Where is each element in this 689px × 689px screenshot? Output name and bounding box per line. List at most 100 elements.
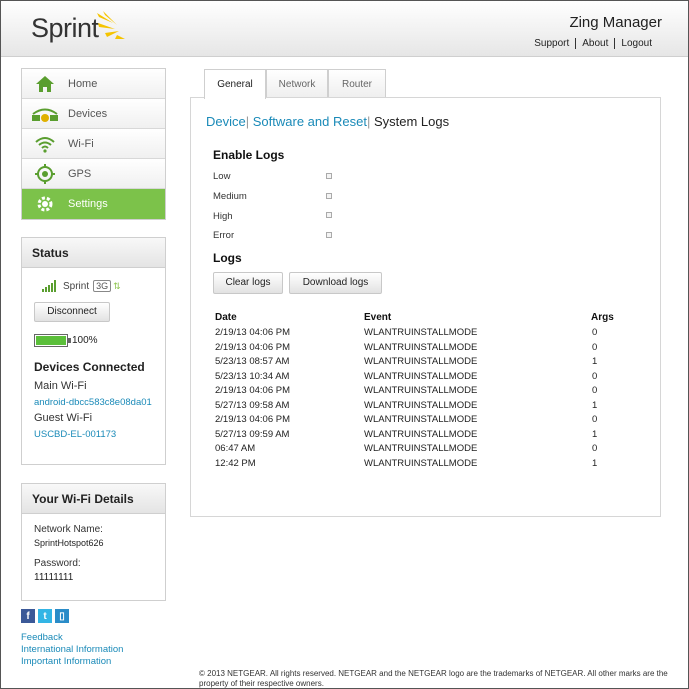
disconnect-button[interactable]: Disconnect bbox=[34, 302, 110, 322]
download-logs-button[interactable]: Download logs bbox=[289, 272, 382, 294]
guest-wifi-label: Guest Wi-Fi bbox=[34, 412, 93, 424]
log-event-cell: WLANTRUINSTALLMODE bbox=[364, 414, 478, 425]
copyright-text: © 2013 NETGEAR. All rights reserved. NET… bbox=[199, 669, 668, 688]
twitter-icon[interactable]: t bbox=[38, 609, 52, 623]
battery-row: 100% bbox=[34, 334, 98, 347]
sidebar-item-label: Wi-Fi bbox=[68, 137, 94, 150]
tab-router[interactable]: Router bbox=[328, 69, 386, 98]
column-header-args: Args bbox=[591, 312, 614, 323]
log-event-cell: WLANTRUINSTALLMODE bbox=[364, 443, 478, 454]
log-args-cell: 1 bbox=[592, 399, 598, 411]
table-row: 2/19/13 04:06 PM WLANTRUINSTALLMODE 0 bbox=[191, 414, 660, 428]
wifi-icon bbox=[22, 135, 68, 153]
log-date-cell: 5/23/13 10:34 AM bbox=[215, 370, 290, 382]
log-date-cell: 2/19/13 04:06 PM bbox=[215, 414, 290, 425]
main-wifi-device-link[interactable]: android-dbcc583c8e08da01 bbox=[34, 397, 152, 408]
important-information-link[interactable]: Important Information bbox=[21, 656, 123, 668]
log-level-medium-checkbox[interactable] bbox=[326, 193, 332, 199]
devices-connected-title: Devices Connected bbox=[34, 360, 145, 374]
log-level-low-checkbox[interactable] bbox=[326, 173, 332, 179]
table-row: 2/19/13 04:06 PM WLANTRUINSTALLMODE 0 bbox=[191, 327, 660, 341]
table-row: 2/19/13 04:06 PM WLANTRUINSTALLMODE 0 bbox=[191, 385, 660, 399]
password-label: Password: bbox=[34, 558, 81, 569]
main-wifi-label: Main Wi-Fi bbox=[34, 380, 87, 392]
guest-wifi-device-link[interactable]: USCBD-EL-001173 bbox=[34, 429, 116, 440]
sidebar-item-label: Settings bbox=[68, 198, 108, 210]
signal-strength-icon bbox=[42, 280, 56, 292]
log-level-error-checkbox[interactable] bbox=[326, 232, 332, 238]
clear-logs-button[interactable]: Clear logs bbox=[213, 272, 283, 294]
home-icon bbox=[22, 75, 68, 93]
log-level-high-checkbox[interactable] bbox=[326, 212, 332, 218]
log-date-cell: 5/27/13 09:59 AM bbox=[215, 428, 290, 440]
log-event-cell: WLANTRUINSTALLMODE bbox=[364, 356, 478, 367]
status-title: Status bbox=[22, 238, 165, 268]
data-activity-icon: ⇅ bbox=[113, 280, 121, 291]
facebook-icon[interactable]: f bbox=[21, 609, 35, 623]
log-event-cell: WLANTRUINSTALLMODE bbox=[364, 457, 478, 469]
sidebar-item-label: Home bbox=[68, 77, 98, 90]
social-links: f t ▯ bbox=[21, 609, 69, 623]
tab-general[interactable]: General bbox=[204, 69, 266, 99]
battery-icon bbox=[34, 334, 71, 347]
subnav-software-reset-link[interactable]: Software and Reset bbox=[253, 114, 367, 129]
table-row: 2/19/13 04:06 PM WLANTRUINSTALLMODE 0 bbox=[191, 342, 660, 356]
log-event-cell: WLANTRUINSTALLMODE bbox=[364, 428, 478, 440]
log-event-cell: WLANTRUINSTALLMODE bbox=[364, 327, 478, 338]
devices-icon bbox=[22, 105, 68, 123]
sidebar-item-settings[interactable]: Settings bbox=[22, 189, 165, 219]
battery-percent: 100% bbox=[72, 335, 98, 346]
table-row: 5/27/13 09:59 AM WLANTRUINSTALLMODE 1 bbox=[191, 429, 660, 443]
support-link[interactable]: Support bbox=[528, 38, 575, 49]
log-args-cell: 0 bbox=[592, 370, 598, 382]
password-value: 11111111 bbox=[34, 572, 74, 583]
wifi-details-panel: Your Wi-Fi Details Network Name: SprintH… bbox=[21, 483, 166, 601]
log-event-cell: WLANTRUINSTALLMODE bbox=[364, 385, 478, 396]
log-args-cell: 1 bbox=[592, 428, 598, 440]
log-date-cell: 06:47 AM bbox=[215, 443, 256, 454]
top-links: Support About Logout bbox=[528, 38, 658, 49]
log-args-cell: 0 bbox=[592, 443, 598, 454]
column-header-date: Date bbox=[215, 312, 237, 323]
sprint-swoosh-icon bbox=[97, 11, 125, 39]
about-link[interactable]: About bbox=[575, 38, 615, 49]
log-args-cell: 1 bbox=[592, 356, 598, 367]
log-date-cell: 5/23/13 08:57 AM bbox=[215, 356, 290, 367]
network-name-label: Network Name: bbox=[34, 524, 103, 535]
log-args-cell: 0 bbox=[592, 327, 598, 338]
table-row: 06:47 AM WLANTRUINSTALLMODE 0 bbox=[191, 443, 660, 457]
sidebar-item-wifi[interactable]: Wi-Fi bbox=[22, 129, 165, 159]
log-date-cell: 2/19/13 04:06 PM bbox=[215, 341, 290, 353]
enable-logs-title: Enable Logs bbox=[213, 148, 285, 162]
log-date-cell: 2/19/13 04:06 PM bbox=[215, 327, 290, 338]
battery-level-fill bbox=[36, 336, 66, 345]
sidebar-item-gps[interactable]: GPS bbox=[22, 159, 165, 189]
subnav-device-link[interactable]: Device bbox=[206, 114, 246, 129]
network-type-badge: 3G bbox=[93, 280, 112, 292]
log-event-cell: WLANTRUINSTALLMODE bbox=[364, 341, 478, 353]
feedback-link[interactable]: Feedback bbox=[21, 632, 123, 644]
log-date-cell: 2/19/13 04:06 PM bbox=[215, 385, 290, 396]
status-panel: Status Sprint 3G ⇅ Disconnect 100% Devic… bbox=[21, 237, 166, 465]
international-information-link[interactable]: International Information bbox=[21, 644, 123, 656]
header: Sprint Zing Manager Support About Logout bbox=[1, 1, 688, 57]
sidebar-nav: Home Devices Wi-Fi GPS Settings bbox=[21, 68, 166, 220]
blog-icon[interactable]: ▯ bbox=[55, 609, 69, 623]
carrier-name: Sprint bbox=[63, 280, 90, 292]
sprint-logo: Sprint bbox=[31, 11, 125, 44]
sidebar-item-label: Devices bbox=[68, 107, 108, 120]
log-level-low-label: Low bbox=[213, 171, 231, 182]
tab-network[interactable]: Network bbox=[266, 69, 328, 98]
app-window: Sprint Zing Manager Support About Logout H… bbox=[0, 0, 689, 689]
subnav-system-logs: System Logs bbox=[373, 114, 450, 129]
battery-tip bbox=[68, 338, 71, 343]
sidebar-item-devices[interactable]: Devices bbox=[22, 99, 165, 129]
log-args-cell: 0 bbox=[592, 385, 598, 396]
sidebar-item-home[interactable]: Home bbox=[22, 69, 165, 99]
footer-links: Feedback International Information Impor… bbox=[21, 632, 123, 668]
brand-name: Sprint bbox=[31, 13, 99, 43]
wifi-details-title: Your Wi-Fi Details bbox=[22, 484, 165, 514]
table-row: 5/27/13 09:58 AM WLANTRUINSTALLMODE 1 bbox=[191, 400, 660, 414]
logout-link[interactable]: Logout bbox=[614, 38, 658, 49]
carrier-row: Sprint 3G ⇅ bbox=[42, 280, 121, 292]
